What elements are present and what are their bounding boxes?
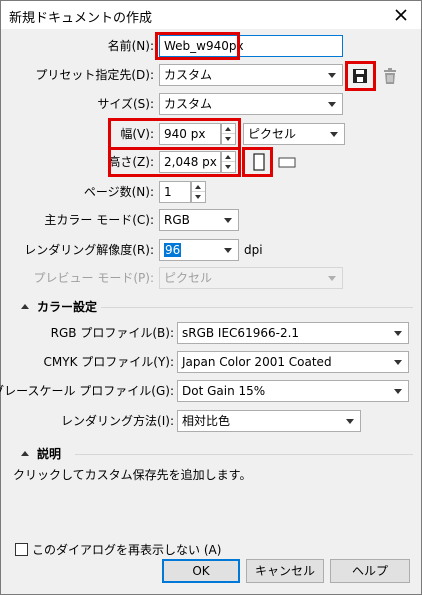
chevron-down-icon <box>394 389 402 394</box>
gray-profile-label: グレースケール プロファイル(G): <box>0 384 174 398</box>
size-value: カスタム <box>164 97 213 111</box>
description-text: クリックしてカスタム保存先を追加します。 <box>13 468 252 482</box>
name-label: 名前(N): <box>107 39 154 53</box>
color-mode-select[interactable]: RGB <box>159 209 239 231</box>
render-intent-value: 相対比色 <box>182 414 231 428</box>
caret-up-icon <box>195 185 201 189</box>
pages-down-button[interactable] <box>192 192 205 202</box>
cmyk-profile-label: CMYK プロファイル(Y): <box>43 355 174 369</box>
orientation-highlight <box>242 147 273 177</box>
color-settings-title: カラー設定 <box>37 300 98 314</box>
rgb-profile-value: sRGB IEC61966-2.1 <box>182 326 300 340</box>
chevron-down-icon <box>330 132 338 137</box>
description-header[interactable]: 説明 <box>21 446 61 462</box>
caret-down-icon <box>195 195 201 199</box>
width-highlight <box>108 118 241 150</box>
collapse-caret-icon <box>21 451 29 456</box>
resolution-value: 96 <box>164 243 182 257</box>
chevron-down-icon <box>224 218 232 223</box>
pages-up-button[interactable] <box>192 182 205 192</box>
gray-profile-value: Dot Gain 15% <box>182 384 266 398</box>
dialog-title: 新規ドキュメントの作成 <box>9 11 153 26</box>
size-select[interactable]: カスタム <box>159 93 343 115</box>
render-intent-select[interactable]: 相対比色 <box>177 410 361 432</box>
pages-stepper[interactable] <box>191 181 206 203</box>
color-settings-header[interactable]: カラー設定 <box>21 299 97 315</box>
color-mode-label: 主カラー モード(C): <box>44 213 154 227</box>
color-mode-value: RGB <box>164 213 190 227</box>
dont-show-again-checkbox[interactable] <box>15 543 28 556</box>
pages-input[interactable]: 1 <box>159 181 191 203</box>
chevron-down-icon <box>394 360 402 365</box>
preview-mode-value: ピクセル <box>164 271 213 285</box>
chevron-down-icon <box>224 248 232 253</box>
render-intent-label: レンダリング方法(I): <box>61 414 174 428</box>
close-icon[interactable] <box>387 3 415 27</box>
resolution-label: レンダリング解像度(R): <box>24 243 154 257</box>
chevron-down-icon <box>328 73 336 78</box>
cmyk-profile-value: Japan Color 2001 Coated <box>182 355 332 369</box>
chevron-down-icon <box>394 331 402 336</box>
chevron-down-icon <box>346 419 354 424</box>
preview-mode-select: ピクセル <box>159 267 343 289</box>
preset-label: プリセット指定先(D): <box>35 68 154 82</box>
description-title: 説明 <box>37 447 62 461</box>
pages-label: ページ数(N): <box>83 185 154 199</box>
ok-button[interactable]: OK <box>162 559 240 583</box>
collapse-caret-icon <box>21 304 29 309</box>
chevron-down-icon <box>328 276 336 281</box>
trash-icon[interactable] <box>381 66 399 86</box>
new-document-dialog: 新規ドキュメントの作成 名前(N): Web_w940px プリセット指定先(D… <box>0 0 422 595</box>
preset-value: カスタム <box>164 68 213 82</box>
dont-show-again-label[interactable]: このダイアログを再表示しない (A) <box>32 541 221 558</box>
preset-select[interactable]: カスタム <box>159 64 343 86</box>
name-highlight <box>155 32 240 60</box>
size-label: サイズ(S): <box>97 97 154 111</box>
chevron-down-icon <box>328 102 336 107</box>
rgb-profile-select[interactable]: sRGB IEC61966-2.1 <box>177 322 409 344</box>
units-value: ピクセル <box>248 127 297 141</box>
rgb-profile-label: RGB プロファイル(B): <box>50 326 174 340</box>
divider <box>101 307 413 308</box>
title-bar: 新規ドキュメントの作成 <box>1 1 421 29</box>
height-highlight <box>108 147 241 177</box>
landscape-orientation-icon[interactable] <box>277 153 297 171</box>
units-select[interactable]: ピクセル <box>243 123 345 145</box>
cancel-button[interactable]: キャンセル <box>246 559 324 583</box>
divider <box>75 454 413 455</box>
resolution-select[interactable]: 96 <box>159 239 239 261</box>
save-preset-highlight <box>345 61 376 91</box>
resolution-unit: dpi <box>244 243 263 257</box>
cmyk-profile-select[interactable]: Japan Color 2001 Coated <box>177 351 409 373</box>
pages-value: 1 <box>164 185 172 199</box>
preview-mode-label: プレビュー モード(P): <box>33 271 154 285</box>
gray-profile-select[interactable]: Dot Gain 15% <box>177 380 409 402</box>
help-button[interactable]: ヘルプ <box>330 559 410 583</box>
